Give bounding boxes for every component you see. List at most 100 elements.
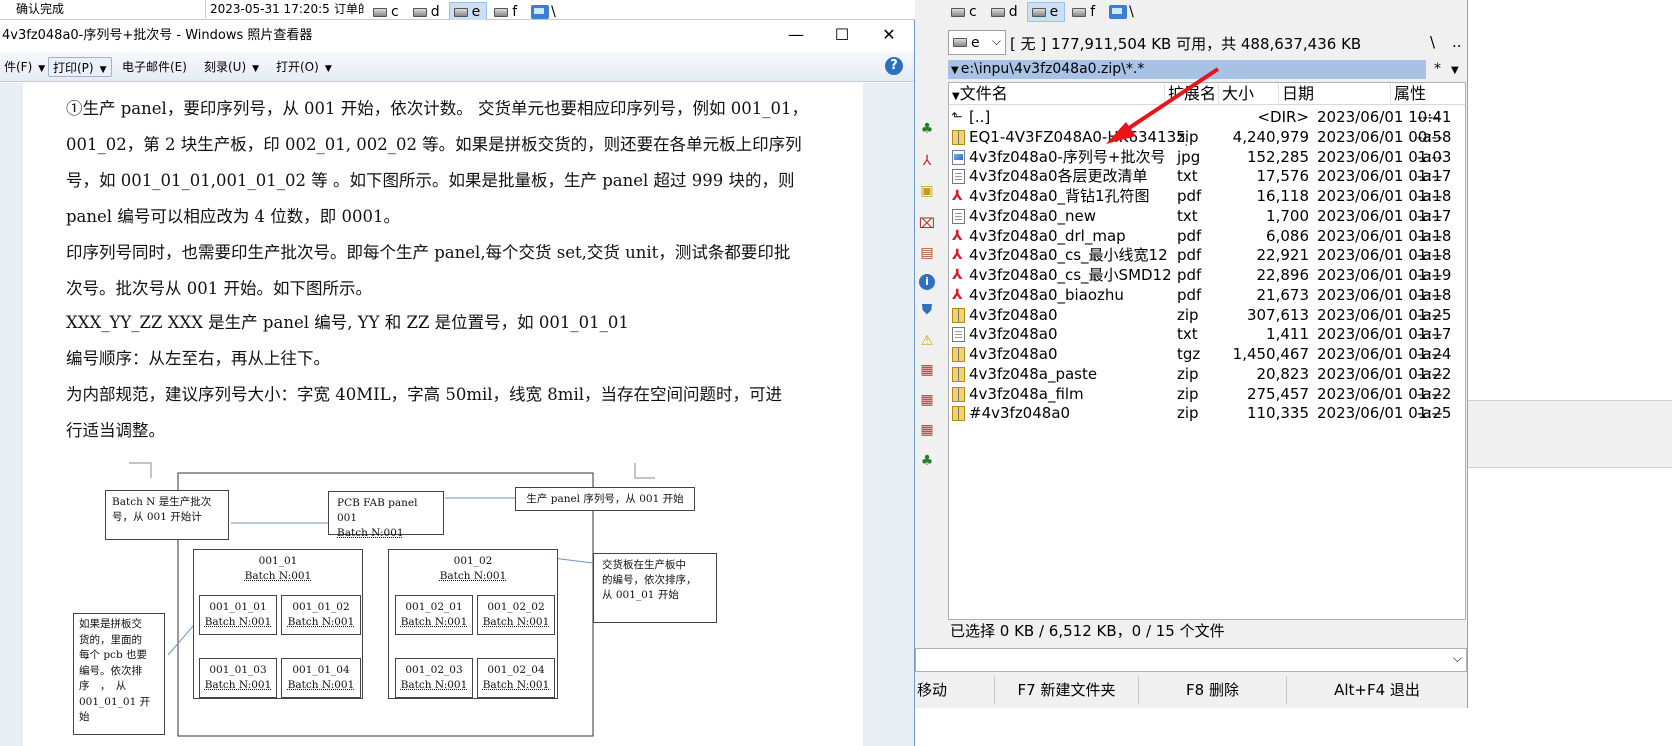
document-image: ①生产 panel，要印序列号，从 001 开始，依次计数。 交货单元也要相应印…: [23, 83, 863, 746]
file-row[interactable]: 4v3fz048a0_biaozhupdf21,6732023/06/01 01…: [949, 285, 1465, 306]
drive-d-button[interactable]: d: [408, 2, 447, 22]
file-name: 4v3fz048a0_cs_最小线宽12: [969, 246, 1168, 265]
drive-select[interactable]: e ⌵: [948, 30, 1006, 55]
parent-dir-button[interactable]: ..: [1452, 33, 1462, 51]
file-attr: -a--: [1417, 206, 1443, 225]
network-icon: [1109, 5, 1128, 19]
jpg-file-icon: [952, 149, 965, 165]
arrow-shaft: [1118, 67, 1220, 136]
drive-d-button[interactable]: d: [986, 2, 1025, 22]
drive-e-button[interactable]: e: [1026, 2, 1066, 22]
file-attr: -a--: [1417, 285, 1443, 304]
drive-icon: [953, 38, 967, 47]
up-file-icon: [951, 107, 965, 128]
file-name: 4v3fz048a0: [969, 345, 1058, 363]
maximize-button[interactable]: ☐: [819, 20, 865, 50]
pcb-note-box: 如果是拼板交 货的，里面的 每个 pcb 也要 编号。依次排 序 ， 从 001…: [73, 613, 165, 735]
unit-box: 001_01_02 Batch N:001: [281, 595, 361, 635]
file-menu[interactable]: 件(F) ▼: [0, 57, 49, 77]
drive-f-button[interactable]: f: [1067, 2, 1102, 22]
txt-file-icon: [952, 208, 965, 224]
file-attr: -a--: [1417, 246, 1443, 265]
document-icon[interactable]: ▦: [918, 361, 936, 379]
bg-timestamp: 2023-05-31 17:20:56: [205, 0, 330, 18]
help-icon[interactable]: ?: [885, 57, 903, 75]
file-row[interactable]: 4v3fz048a0_cs_最小SMD12pdf22,8962023/06/01…: [949, 265, 1465, 286]
picture-icon[interactable]: ▤: [918, 244, 936, 262]
caret-down-icon: ▼: [99, 65, 107, 75]
photo-viewer-titlebar[interactable]: 4v3fz048a0-序列号+批次号 - Windows 照片查看器 — ☐ ✕: [0, 20, 914, 52]
file-row[interactable]: 4v3fz048a0_drl_mappdf6,0862023/06/01 01:…: [949, 226, 1465, 247]
network-users-icon[interactable]: ♣: [918, 452, 936, 470]
drive-e-button[interactable]: e: [448, 2, 488, 22]
file-row[interactable]: 4v3fz048a_film zip 275,457 2023/06/01 01:22…: [949, 384, 1465, 405]
file-row[interactable]: 4v3fz048a0_背钻1孔符图pdf16,1182023/06/01 01:…: [949, 186, 1465, 207]
pdf-file-icon: [952, 226, 965, 247]
network-drive-button[interactable]: \: [526, 2, 563, 22]
chevron-down-icon[interactable]: ⌵: [1453, 651, 1462, 666]
document-icon[interactable]: ▦: [918, 421, 936, 439]
shield-icon[interactable]: ⛊: [918, 301, 936, 319]
file-list[interactable]: ▼文件名 扩展名 大小 日期 属性 [..]<DIR>2023/06/01 10…: [948, 82, 1466, 620]
file-row[interactable]: 4v3fz048a0 tgz 1,450,467 2023/06/01 01:24 -a…: [949, 344, 1465, 365]
file-size: 1,411: [1266, 325, 1309, 344]
chevron-down-icon: ▼: [1451, 65, 1459, 76]
drive-icon: [412, 7, 427, 17]
delete-button[interactable]: F8 删除: [1139, 676, 1287, 704]
drive-c-button[interactable]: c: [368, 2, 406, 22]
file-row[interactable]: #4v3fz048a0 zip 110,335 2023/06/01 01:25 -a-…: [949, 403, 1465, 424]
file-row[interactable]: 4v3fz048a0 txt 1,411 2023/06/01 01:17 -a--: [949, 324, 1465, 345]
tool-icon[interactable]: ⌧: [918, 215, 936, 233]
pdf-icon[interactable]: ⅄: [918, 152, 936, 170]
file-attr: -a--: [1417, 266, 1443, 284]
unit-box: 001_01_04 Batch N:001: [281, 658, 361, 698]
new-folder-button[interactable]: F7 新建文件夹: [995, 676, 1139, 704]
pdf-file-icon: [952, 186, 965, 207]
unit-box: 001_02_03 Batch N:001: [395, 658, 473, 698]
unit-box: 001_02_01 Batch N:001: [395, 595, 473, 635]
file-row[interactable]: 4v3fz048a_paste zip 20,823 2023/06/01 01:22…: [949, 364, 1465, 385]
column-header-attr[interactable]: 属性: [1391, 84, 1467, 104]
warning-icon[interactable]: ⚠: [918, 332, 936, 350]
drive-c-button[interactable]: c: [946, 2, 984, 22]
minimize-button[interactable]: —: [773, 20, 819, 50]
file-row[interactable]: 4v3fz048a0各层更改清单 txt 17,576 2023/06/01 01:1…: [949, 166, 1465, 187]
file-row[interactable]: 4v3fz048a0 zip 307,613 2023/06/01 01:25 -a--: [949, 305, 1465, 326]
drive-f-button[interactable]: f: [489, 2, 524, 22]
drive-icon: [990, 7, 1005, 17]
command-line-input[interactable]: ⌵: [915, 648, 1467, 672]
filter-dropdown[interactable]: * ▼: [1428, 60, 1468, 79]
file-size: 6,086: [1266, 226, 1309, 245]
unit-box: 001_02_04 Batch N:001: [477, 658, 555, 698]
print-menu[interactable]: 打印(P) ▼: [48, 57, 112, 77]
close-button[interactable]: ✕: [866, 20, 912, 50]
exit-button[interactable]: Alt+F4 退出: [1287, 676, 1467, 704]
document-icon[interactable]: ▦: [918, 391, 936, 409]
move-button[interactable]: 移动: [915, 676, 995, 704]
history-dropdown-icon[interactable]: ▼: [951, 65, 959, 76]
network-users-icon[interactable]: ♣: [918, 120, 936, 138]
zip-file-icon: [952, 347, 965, 362]
file-size: 1,450,467: [1232, 345, 1309, 363]
drive-icon: [453, 7, 468, 17]
image-icon[interactable]: ▣: [918, 182, 936, 200]
file-row[interactable]: 4v3fz048a0_new txt 1,700 2023/06/01 01:17 -a…: [949, 206, 1465, 227]
image-canvas[interactable]: ①生产 panel，要印序列号，从 001 开始，依次计数。 交货单元也要相应印…: [0, 83, 914, 746]
chevron-down-icon: ⌵: [991, 34, 1001, 48]
burn-menu[interactable]: 刻录(U) ▼: [200, 57, 263, 77]
txt-file-icon: [952, 327, 965, 343]
caret-down-icon: ▼: [252, 64, 260, 74]
crop-mark: [129, 462, 152, 478]
file-size: 21,673: [1256, 285, 1310, 304]
unit-box: 001_02_02 Batch N:001: [477, 595, 555, 635]
file-size: 22,921: [1256, 246, 1310, 265]
file-name: #4v3fz048a0: [969, 404, 1071, 423]
info-icon[interactable]: i: [918, 272, 936, 290]
file-attr: -a--: [1417, 127, 1443, 146]
right-drive-bar: c d e f \: [946, 0, 1143, 24]
email-button[interactable]: 电子邮件(E): [118, 57, 191, 77]
network-drive-button[interactable]: \: [1104, 2, 1141, 22]
root-button[interactable]: \: [1430, 33, 1435, 51]
file-row[interactable]: 4v3fz048a0_cs_最小线宽12pdf22,9212023/06/01 …: [949, 245, 1465, 266]
open-menu[interactable]: 打开(O) ▼: [272, 57, 336, 77]
